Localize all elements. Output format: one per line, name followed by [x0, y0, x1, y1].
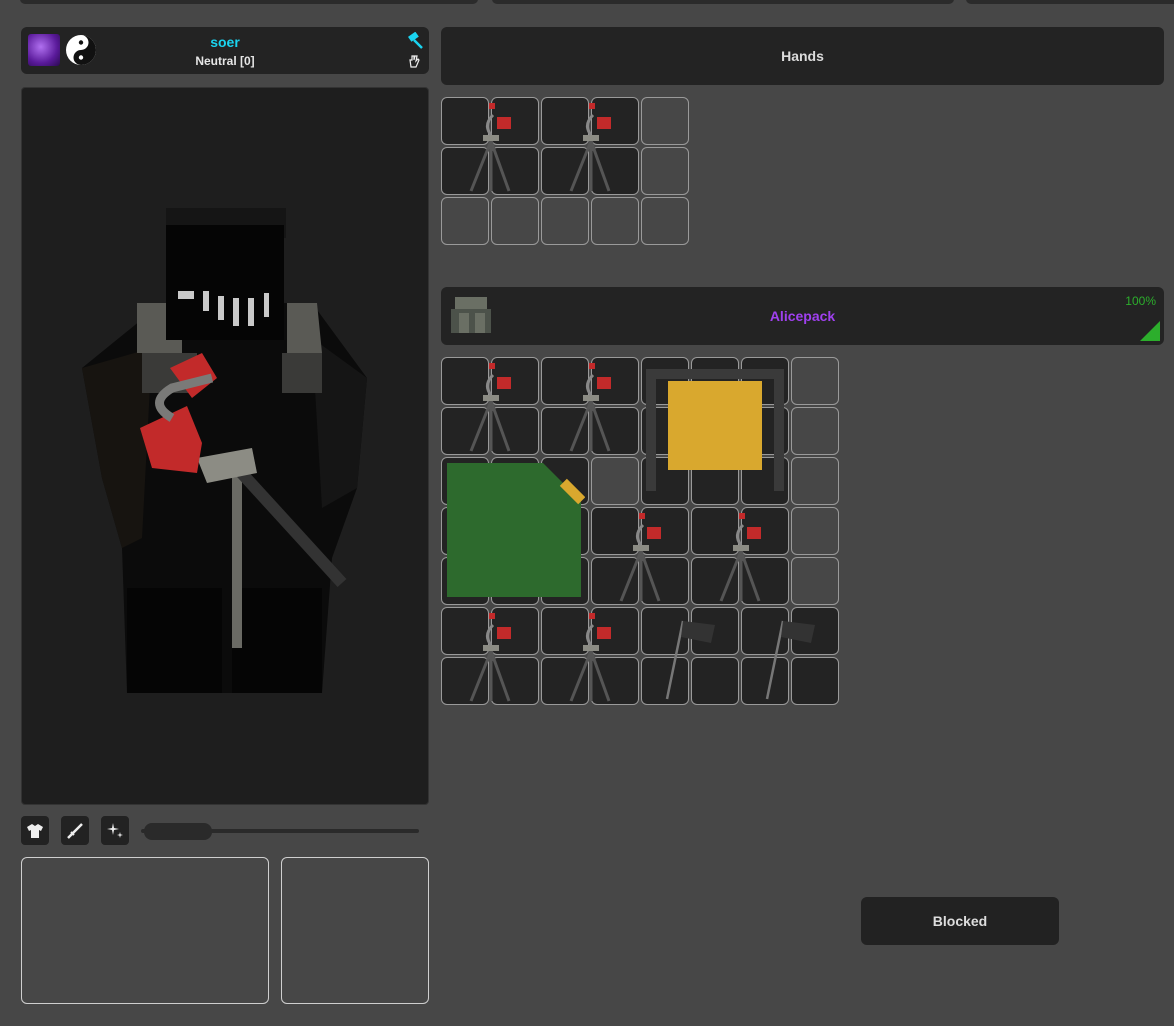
yellow-sign-frame-icon[interactable] [646, 369, 786, 493]
tripod-turret-icon[interactable] [461, 101, 521, 193]
character-name: soer [210, 34, 240, 50]
clothing-icon[interactable] [21, 816, 49, 845]
inventory-cell[interactable] [491, 197, 539, 245]
weapon-icon[interactable] [61, 816, 89, 845]
tripod-turret-icon[interactable] [461, 611, 521, 703]
tripod-turret-icon[interactable] [711, 511, 771, 603]
inventory-cell[interactable] [791, 557, 839, 605]
inventory-cell[interactable] [791, 457, 839, 505]
blocked-label: Blocked [932, 913, 988, 929]
character-header: soer Neutral [0] [21, 27, 429, 74]
green-panel-icon[interactable] [447, 461, 585, 601]
flag-icon[interactable] [661, 611, 721, 703]
character-preview[interactable] [21, 87, 429, 805]
backpack-grid [441, 357, 841, 707]
backpack-name: Alicepack [769, 308, 836, 324]
top-tab-right[interactable] [966, 0, 1174, 4]
inventory-cell[interactable] [591, 197, 639, 245]
quality-indicator-icon [1140, 321, 1160, 341]
equipment-slot-small[interactable] [281, 857, 429, 1004]
tripod-turret-icon[interactable] [561, 361, 621, 453]
inventory-cell[interactable] [791, 507, 839, 555]
tripod-turret-icon[interactable] [461, 361, 521, 453]
blocked-button[interactable]: Blocked [861, 897, 1059, 945]
character-model [82, 208, 367, 693]
tripod-turret-icon[interactable] [611, 511, 671, 603]
hands-header: Hands [441, 27, 1164, 85]
top-tab-left[interactable] [20, 0, 478, 4]
inventory-cell[interactable] [791, 407, 839, 455]
inventory-cell[interactable] [441, 197, 489, 245]
inventory-cell[interactable] [791, 357, 839, 405]
inventory-cell[interactable] [541, 197, 589, 245]
character-reputation: Neutral [0] [195, 54, 255, 68]
backpack-header: Alicepack 100% [441, 287, 1164, 345]
tripod-turret-icon[interactable] [561, 101, 621, 193]
inventory-cell[interactable] [641, 197, 689, 245]
hammer-icon[interactable] [404, 31, 424, 50]
flag-icon[interactable] [761, 611, 821, 703]
hands-grid [441, 97, 691, 247]
equipment-slot-large[interactable] [21, 857, 269, 1004]
hand-icon[interactable] [406, 53, 422, 69]
inventory-cell[interactable] [641, 97, 689, 145]
inventory-cell[interactable] [591, 457, 639, 505]
backpack-quality: 100% [1125, 294, 1156, 308]
inventory-cell[interactable] [641, 147, 689, 195]
slider-handle[interactable] [144, 823, 212, 840]
hands-label: Hands [781, 48, 824, 64]
tripod-turret-icon[interactable] [561, 611, 621, 703]
top-tab-middle[interactable] [492, 0, 954, 4]
sparkle-icon[interactable] [101, 816, 129, 845]
